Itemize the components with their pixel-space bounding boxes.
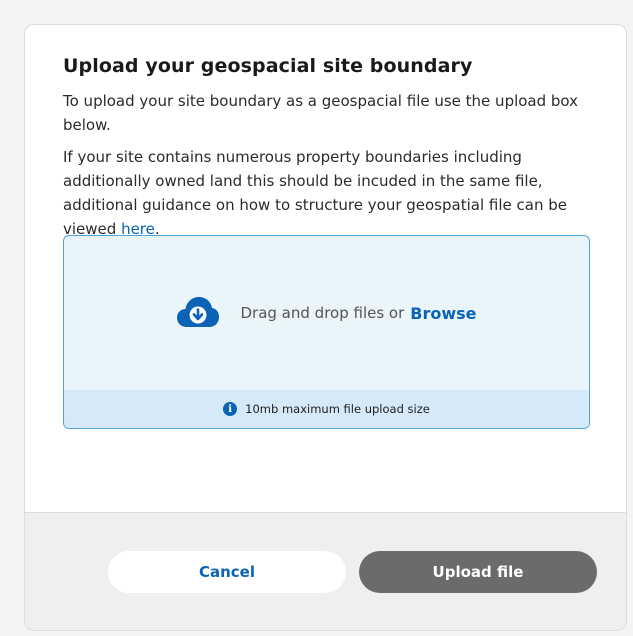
guidance-text: If your site contains numerous property … xyxy=(63,145,591,241)
dialog-content: Upload your geospacial site boundary To … xyxy=(63,55,591,249)
cloud-download-icon xyxy=(177,297,220,327)
intro-text: To upload your site boundary as a geospa… xyxy=(63,92,579,134)
cancel-button[interactable]: Cancel xyxy=(108,551,346,593)
info-icon: i xyxy=(223,402,238,416)
dropzone-instruction: Drag and drop files or xyxy=(240,304,405,322)
dropzone-info-bar: i 10mb maximum file upload size xyxy=(64,390,589,428)
browse-link[interactable]: Browse xyxy=(410,304,476,323)
dropzone-main[interactable]: Drag and drop files or Browse xyxy=(64,236,589,390)
dialog-footer: Cancel Upload file xyxy=(25,512,626,630)
dialog-title: Upload your geospacial site boundary xyxy=(63,55,473,77)
upload-file-button[interactable]: Upload file xyxy=(359,551,597,593)
file-dropzone[interactable]: Drag and drop files or Browse i 10mb max… xyxy=(63,235,590,429)
upload-dialog: Upload your geospacial site boundary To … xyxy=(24,24,627,631)
file-size-limit: 10mb maximum file upload size xyxy=(245,402,430,416)
